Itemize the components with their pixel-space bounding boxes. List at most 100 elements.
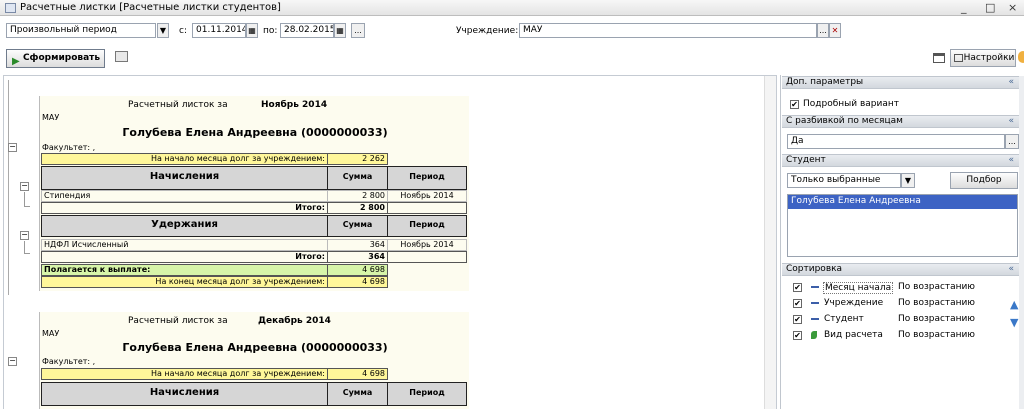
collapse-icon[interactable]: − [8, 143, 17, 152]
monthly-field[interactable]: Да [787, 134, 1005, 149]
settings-icon [954, 54, 963, 62]
student-title: Студент [786, 155, 826, 165]
chevron-down-icon[interactable]: ▼ [901, 173, 915, 188]
settings-label: Настройки [963, 53, 1015, 63]
extra-params-header[interactable]: Доп. параметры « [782, 76, 1024, 89]
accrual-period: Ноябрь 2014 [387, 190, 467, 202]
payslip: Расчетный листок за Декабрь 2014 МАУ Гол… [39, 312, 469, 409]
sum-header: Сумма [327, 382, 388, 406]
student-mode-select[interactable]: Только выбранные [787, 173, 901, 188]
deduction-name: НДФЛ Исчисленный [41, 239, 328, 251]
sort-row[interactable]: ✔ Студент По возрастанию [787, 312, 1007, 327]
sort-order: По возрастанию [898, 330, 975, 340]
empty-cell [387, 202, 467, 214]
start-debt-label: На начало месяца долг за учреждением: [41, 368, 328, 380]
institution-select-button[interactable]: ... [817, 23, 829, 38]
sort-row[interactable]: ✔ Вид расчета По возрастанию [787, 328, 1007, 343]
calendar-icon[interactable]: ▦ [334, 23, 346, 38]
window-title: Расчетные листки [Расчетные листки студе… [20, 2, 281, 13]
payslip: Расчетный листок за Ноябрь 2014 МАУ Голу… [39, 96, 469, 291]
collapse-arrows-icon[interactable]: « [1008, 264, 1014, 275]
outline-line [8, 80, 9, 295]
collapse-icon[interactable]: − [20, 231, 29, 240]
slip-title: Расчетный листок за [128, 316, 228, 326]
sort-field-name: Студент [824, 314, 864, 324]
window-icon [5, 3, 16, 13]
select-button[interactable]: Подбор [950, 172, 1018, 189]
leaf-icon [811, 331, 817, 339]
date-to-field[interactable]: 28.02.2015 [280, 23, 334, 38]
payable-label: Полагается к выплате: [41, 264, 328, 276]
collapse-arrows-icon[interactable]: « [1008, 77, 1014, 88]
layout-icon[interactable] [933, 53, 945, 63]
accruals-header: Начисления [41, 166, 328, 190]
start-debt-value: 2 262 [327, 153, 388, 165]
sort-checkbox[interactable]: ✔ [793, 299, 802, 308]
accrual-total: 2 800 [327, 202, 388, 214]
accrual-total-label: Итого: [41, 202, 328, 214]
slip-month: Ноябрь 2014 [261, 100, 328, 110]
sort-list: ✔ Месяц начала... По возрастанию ✔ Учреж… [787, 280, 1007, 346]
sort-title: Сортировка [786, 264, 843, 274]
clear-icon[interactable]: ✕ [829, 23, 841, 38]
end-debt-value: 4 698 [327, 276, 388, 288]
sort-checkbox[interactable]: ✔ [793, 283, 802, 292]
field-icon [811, 318, 819, 320]
end-debt-label: На конец месяца долг за учреждением: [41, 276, 328, 288]
help-icon[interactable] [1018, 51, 1024, 63]
collapse-icon[interactable]: − [8, 357, 17, 366]
sum-header: Сумма [327, 215, 388, 237]
institution-field[interactable]: МАУ [519, 23, 817, 38]
monthly-header[interactable]: С разбивкой по месяцам « [782, 115, 1024, 128]
date-from-field[interactable]: 01.11.2014 [192, 23, 246, 38]
slip-institution: МАУ [42, 113, 60, 122]
to-label: по: [263, 26, 278, 36]
maximize-icon[interactable]: □ [985, 1, 995, 14]
vertical-scrollbar[interactable] [764, 76, 776, 409]
slip-title: Расчетный листок за [128, 100, 228, 110]
deduction-total: 364 [327, 251, 388, 263]
detailed-checkbox[interactable]: ✔ [790, 100, 799, 109]
play-icon: ▶ [12, 56, 20, 67]
sort-checkbox[interactable]: ✔ [793, 315, 802, 324]
period-select-button[interactable]: ... [351, 23, 365, 38]
student-list-item[interactable]: Голубева Елена Андреевна [788, 195, 1017, 209]
sort-header[interactable]: Сортировка « [782, 263, 1024, 276]
settings-button[interactable]: Настройки [950, 49, 1016, 67]
minimize-icon[interactable]: _ [961, 1, 967, 14]
period-header: Период [387, 382, 467, 406]
sort-row[interactable]: ✔ Учреждение По возрастанию [787, 296, 1007, 311]
collapse-arrows-icon[interactable]: « [1008, 116, 1014, 127]
slip-faculty: Факультет: , [42, 357, 96, 366]
outline-line [24, 241, 30, 254]
field-icon [811, 286, 819, 288]
slip-person: Голубева Елена Андреевна (0000000033) [122, 341, 388, 354]
period-header: Период [387, 166, 467, 190]
deduction-total-label: Итого: [41, 251, 328, 263]
arrow-down-icon[interactable]: ▼ [1010, 316, 1018, 329]
calendar-icon[interactable]: ▦ [246, 23, 258, 38]
start-debt-label: На начало месяца долг за учреждением: [41, 153, 328, 165]
accruals-header: Начисления [41, 382, 328, 406]
institution-label: Учреждение: [456, 26, 519, 36]
collapse-icon[interactable]: − [20, 182, 29, 191]
deduction-period: Ноябрь 2014 [387, 239, 467, 251]
panel-scrollbar[interactable] [1019, 76, 1024, 409]
monthly-select-button[interactable]: ... [1005, 134, 1019, 149]
sort-field-name: Вид расчета [824, 330, 883, 340]
print-icon[interactable] [115, 51, 128, 62]
arrow-up-icon[interactable]: ▲ [1010, 298, 1018, 311]
generate-button[interactable]: ▶ Сформировать [6, 49, 105, 68]
outline-line [24, 192, 30, 207]
collapse-arrows-icon[interactable]: « [1008, 155, 1014, 166]
sort-order: По возрастанию [898, 282, 975, 292]
slip-person: Голубева Елена Андреевна (0000000033) [122, 126, 388, 139]
period-type-select[interactable]: Произвольный период [6, 23, 156, 38]
sort-field-name: Месяц начала... [823, 282, 893, 294]
chevron-down-icon[interactable]: ▼ [157, 23, 169, 38]
close-icon[interactable]: × [1008, 1, 1017, 14]
student-header[interactable]: Студент « [782, 154, 1024, 167]
detailed-label: Подробный вариант [803, 99, 899, 109]
sort-row[interactable]: ✔ Месяц начала... По возрастанию [787, 280, 1007, 295]
sort-checkbox[interactable]: ✔ [793, 331, 802, 340]
